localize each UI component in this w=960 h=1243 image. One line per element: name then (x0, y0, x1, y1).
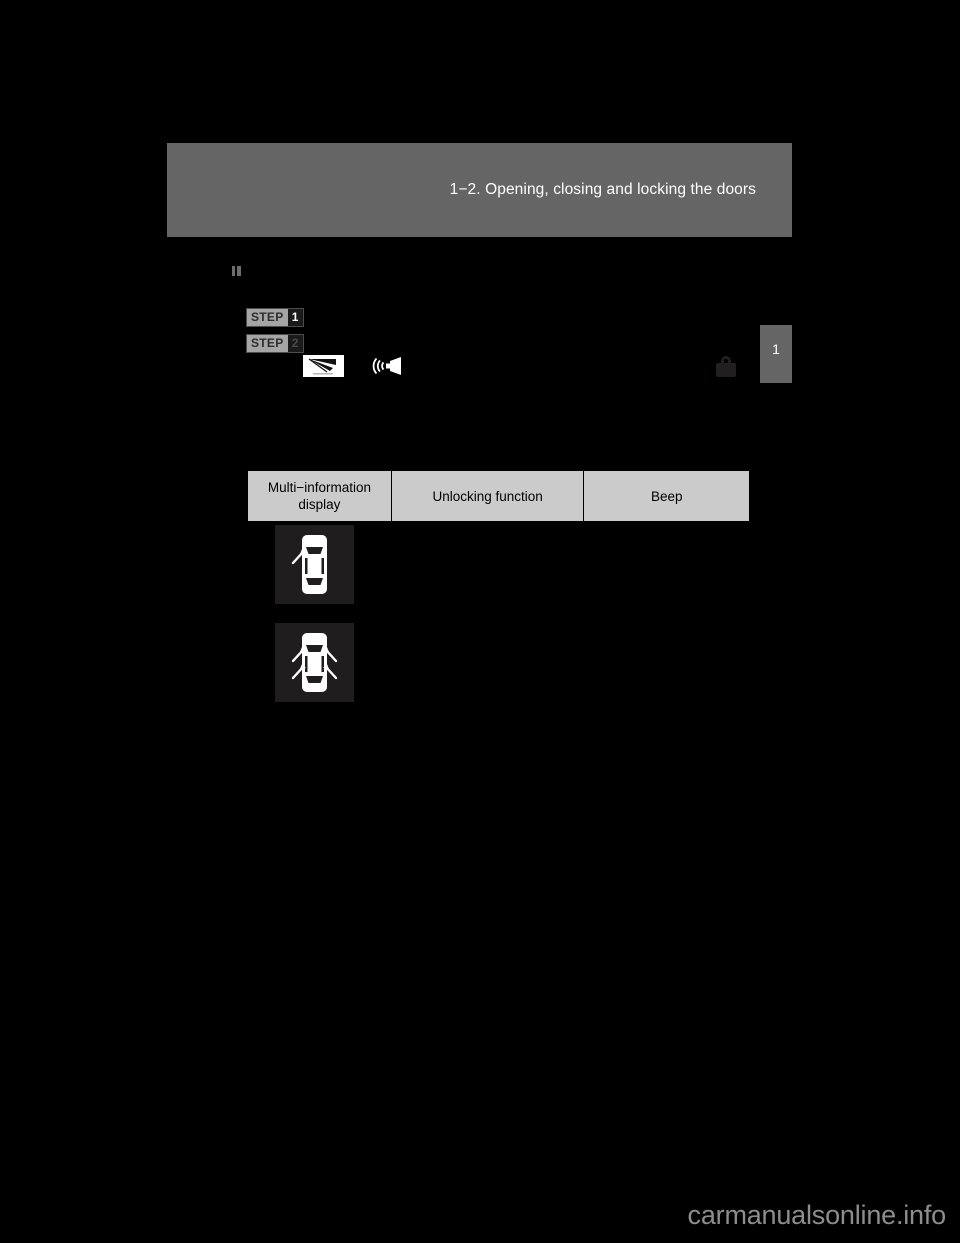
car-driver-door-unlock-icon (275, 525, 354, 604)
step-badge-1-number: 1 (287, 309, 303, 326)
padlock-body (716, 363, 736, 377)
chapter-number: 1 (772, 341, 780, 357)
car-all-doors-unlock-icon (275, 623, 354, 702)
page-header-band: 1−2. Opening, closing and locking the do… (167, 143, 792, 237)
table-header-row: Multi−information display Unlocking func… (247, 470, 750, 522)
settings-table: Multi−information display Unlocking func… (247, 470, 750, 522)
step-badge-2-word: STEP (247, 335, 288, 352)
step-badge-2-number: 2 (287, 335, 303, 352)
table-header-beep: Beep (583, 470, 750, 522)
step-badge-1-word: STEP (247, 309, 288, 326)
table-header-line-2: display (298, 497, 341, 512)
table-header-multi-information-display: Multi−information display (247, 470, 392, 522)
padlock-icon (716, 356, 736, 377)
page-title: 1−2. Opening, closing and locking the do… (449, 181, 756, 198)
table-header-line-1: Multi−information (267, 480, 371, 495)
speaker-beep-icon (372, 355, 404, 377)
site-watermark: carmanualsonline.info (687, 1200, 947, 1230)
section-bullet-mark (232, 266, 241, 276)
step-badge-1: STEP 1 (246, 308, 304, 327)
chapter-side-tab: 1 (760, 325, 792, 383)
table-header-unlocking-function: Unlocking function (390, 470, 585, 522)
wiper-blade-icon (303, 355, 344, 377)
step-badge-2: STEP 2 (246, 334, 304, 353)
